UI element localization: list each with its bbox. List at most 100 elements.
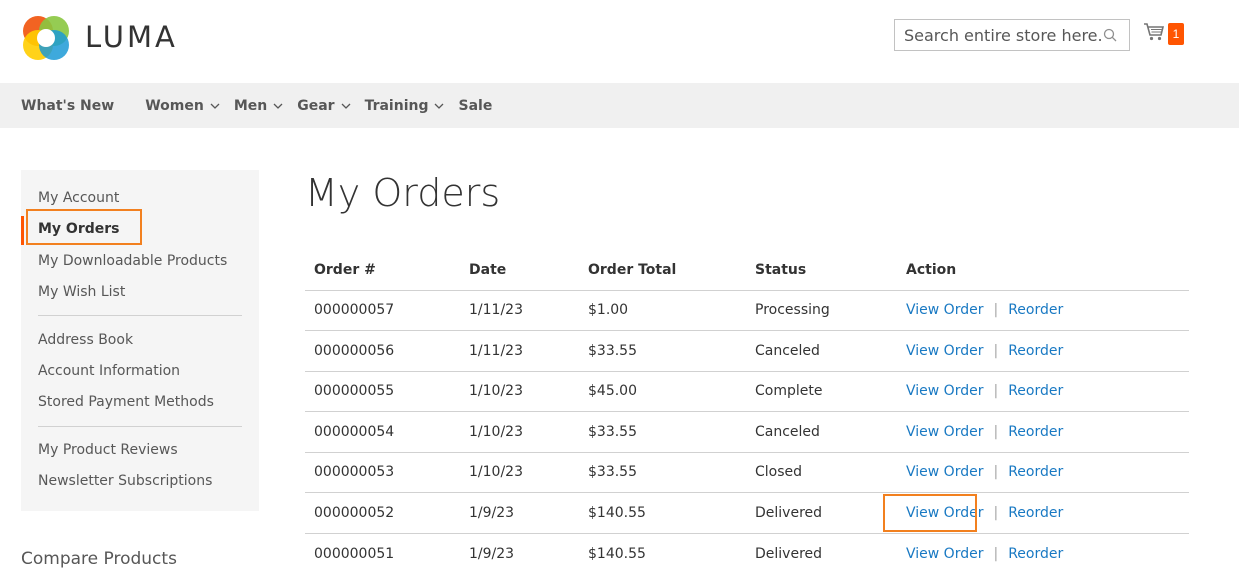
chevron-down-icon bbox=[341, 103, 351, 109]
table-row: 000000051 1/9/23 $140.55 Delivered View … bbox=[305, 533, 1189, 569]
nav-item-label: Gear bbox=[297, 97, 335, 114]
order-total: $33.55 bbox=[579, 452, 746, 493]
order-number: 000000055 bbox=[305, 371, 460, 412]
order-date: 1/11/23 bbox=[460, 290, 579, 331]
reorder-link[interactable]: Reorder bbox=[1008, 505, 1063, 521]
reorder-link[interactable]: Reorder bbox=[1008, 302, 1063, 318]
table-header-row: Order # Date Order Total Status Action bbox=[305, 250, 1189, 291]
nav-item-women[interactable]: Women bbox=[145, 98, 220, 114]
reorder-link[interactable]: Reorder bbox=[1008, 383, 1063, 399]
reorder-link[interactable]: Reorder bbox=[1008, 424, 1063, 440]
page-title: My Orders bbox=[305, 171, 501, 215]
reorder-link[interactable]: Reorder bbox=[1008, 343, 1063, 359]
logo[interactable]: LUMA bbox=[21, 12, 178, 62]
view-order-link[interactable]: View Order bbox=[906, 424, 983, 440]
order-number: 000000054 bbox=[305, 411, 460, 453]
view-order-link[interactable]: View Order bbox=[906, 546, 983, 562]
order-status: Closed bbox=[746, 452, 897, 493]
order-actions: View Order | Reorder bbox=[897, 452, 1189, 493]
order-status: Complete bbox=[746, 371, 897, 412]
table-row: 000000055 1/10/23 $45.00 Complete View O… bbox=[305, 371, 1189, 412]
view-order-link[interactable]: View Order bbox=[906, 343, 983, 359]
order-date: 1/11/23 bbox=[460, 330, 579, 372]
logo-text: LUMA bbox=[85, 20, 178, 54]
table-row: 000000056 1/11/23 $33.55 Canceled View O… bbox=[305, 330, 1189, 372]
sidebar-item-account-information[interactable]: Account Information bbox=[38, 363, 180, 379]
highlight-box bbox=[26, 209, 142, 245]
column-header-status: Status bbox=[746, 250, 897, 291]
luma-logo-icon bbox=[23, 16, 69, 60]
order-total: $33.55 bbox=[579, 330, 746, 372]
nav-item-men[interactable]: Men bbox=[234, 98, 283, 114]
nav-item-training[interactable]: Training bbox=[365, 98, 445, 114]
action-separator: | bbox=[993, 545, 999, 562]
nav-item-label: Men bbox=[233, 97, 268, 114]
order-date: 1/10/23 bbox=[460, 411, 579, 453]
nav-item-label: Sale bbox=[458, 97, 493, 114]
sidebar-item-wish-list[interactable]: My Wish List bbox=[38, 284, 125, 300]
view-order-link[interactable]: View Order bbox=[906, 464, 983, 480]
order-number: 000000056 bbox=[305, 330, 460, 372]
order-total: $45.00 bbox=[579, 371, 746, 412]
action-separator: | bbox=[993, 383, 999, 400]
view-order-link[interactable]: View Order bbox=[906, 302, 983, 318]
search-icon[interactable] bbox=[1103, 28, 1117, 42]
nav-item-gear[interactable]: Gear bbox=[297, 97, 351, 114]
nav-item-label: Women bbox=[145, 97, 204, 114]
nav-item-whats-new[interactable]: What's New bbox=[21, 98, 114, 114]
action-separator: | bbox=[993, 302, 999, 319]
action-separator: | bbox=[993, 504, 999, 521]
sidebar-item-address-book[interactable]: Address Book bbox=[38, 332, 133, 348]
sidebar-item-downloadable-products[interactable]: My Downloadable Products bbox=[38, 253, 227, 269]
sidebar-item-newsletter-subscriptions[interactable]: Newsletter Subscriptions bbox=[38, 473, 212, 489]
order-total: $1.00 bbox=[579, 290, 746, 331]
sidebar-divider bbox=[38, 426, 242, 427]
page-header: LUMA 1 bbox=[0, 0, 1239, 83]
column-header-action: Action bbox=[897, 250, 1189, 291]
sidebar-item-product-reviews[interactable]: My Product Reviews bbox=[38, 442, 178, 458]
view-order-link[interactable]: View Order bbox=[906, 383, 983, 399]
action-separator: | bbox=[993, 423, 999, 440]
action-separator: | bbox=[993, 342, 999, 359]
order-actions: View Order | Reorder bbox=[883, 492, 1189, 534]
chevron-down-icon bbox=[435, 103, 444, 109]
order-status: Canceled bbox=[746, 411, 897, 453]
sidebar-item-stored-payment-methods[interactable]: Stored Payment Methods bbox=[38, 394, 214, 410]
search-input[interactable] bbox=[904, 25, 1104, 45]
orders-table: Order # Date Order Total Status Action 0… bbox=[305, 250, 1189, 569]
order-actions: View Order | Reorder bbox=[897, 533, 1189, 569]
highlight-box bbox=[883, 494, 977, 532]
order-status: Canceled bbox=[746, 330, 897, 372]
order-total: $33.55 bbox=[579, 411, 746, 453]
nav-item-label: Training bbox=[364, 97, 429, 114]
column-header-date: Date bbox=[460, 250, 579, 291]
table-row: 000000057 1/11/23 $1.00 Processing View … bbox=[305, 290, 1189, 331]
cart-icon bbox=[1144, 23, 1165, 41]
sidebar-divider bbox=[38, 315, 242, 316]
column-header-order-total: Order Total bbox=[579, 250, 746, 291]
table-row: 000000052 1/9/23 $140.55 Delivered View … bbox=[305, 492, 1189, 534]
order-total: $140.55 bbox=[579, 492, 746, 534]
order-actions: View Order | Reorder bbox=[897, 411, 1189, 453]
table-row: 000000053 1/10/23 $33.55 Closed View Ord… bbox=[305, 452, 1189, 493]
chevron-down-icon bbox=[273, 103, 283, 109]
order-actions: View Order | Reorder bbox=[897, 371, 1189, 412]
order-total: $140.55 bbox=[588, 545, 646, 562]
compare-products-title: Compare Products bbox=[21, 549, 177, 569]
order-number: 000000053 bbox=[305, 452, 460, 493]
account-sidebar: My Account My Orders My Downloadable Pro… bbox=[21, 170, 259, 511]
action-separator: | bbox=[993, 464, 999, 481]
column-header-order-number: Order # bbox=[305, 250, 460, 291]
order-date: 1/9/23 bbox=[460, 492, 579, 534]
order-number: 000000051 bbox=[314, 545, 395, 562]
order-date: 1/9/23 bbox=[469, 545, 515, 562]
nav-item-label: What's New bbox=[21, 97, 115, 114]
reorder-link[interactable]: Reorder bbox=[1008, 546, 1063, 562]
main-navigation: What's New Women Men Gear Training Sale bbox=[0, 83, 1239, 128]
order-status: Delivered bbox=[746, 492, 897, 534]
nav-item-sale[interactable]: Sale bbox=[458, 98, 492, 114]
reorder-link[interactable]: Reorder bbox=[1008, 464, 1063, 480]
minicart[interactable]: 1 bbox=[1143, 22, 1191, 48]
sidebar-item-my-account[interactable]: My Account bbox=[38, 190, 119, 206]
order-status: Processing bbox=[746, 290, 897, 331]
